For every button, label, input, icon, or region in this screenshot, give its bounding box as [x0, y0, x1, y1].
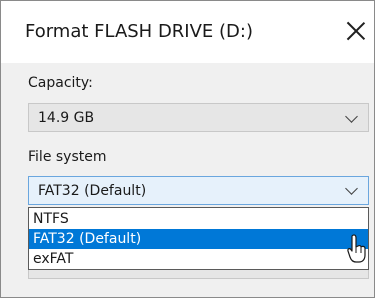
capacity-value: 14.9 GB — [38, 110, 95, 126]
option-fat32[interactable]: FAT32 (Default) — [29, 229, 368, 249]
file-system-value: FAT32 (Default) — [38, 183, 147, 199]
option-ntfs[interactable]: NTFS — [29, 209, 368, 229]
format-dialog: Format FLASH DRIVE (D:) Capacity: 14.9 G… — [0, 0, 375, 298]
capacity-select[interactable]: 14.9 GB — [28, 103, 369, 132]
title-bar: Format FLASH DRIVE (D:) — [1, 1, 374, 63]
file-system-label: File system — [28, 149, 107, 165]
mouse-pointer-icon — [347, 234, 366, 263]
file-system-select[interactable]: FAT32 (Default) — [28, 176, 369, 205]
chevron-down-icon — [345, 110, 358, 123]
dialog-title: Format FLASH DRIVE (D:) — [25, 21, 253, 42]
capacity-label: Capacity: — [28, 75, 93, 91]
close-icon[interactable] — [344, 19, 368, 43]
file-system-dropdown-list: NTFS FAT32 (Default) exFAT — [28, 207, 369, 270]
allocation-unit-select-partial[interactable] — [28, 270, 369, 279]
chevron-down-icon — [345, 182, 358, 195]
option-exfat[interactable]: exFAT — [29, 249, 368, 269]
